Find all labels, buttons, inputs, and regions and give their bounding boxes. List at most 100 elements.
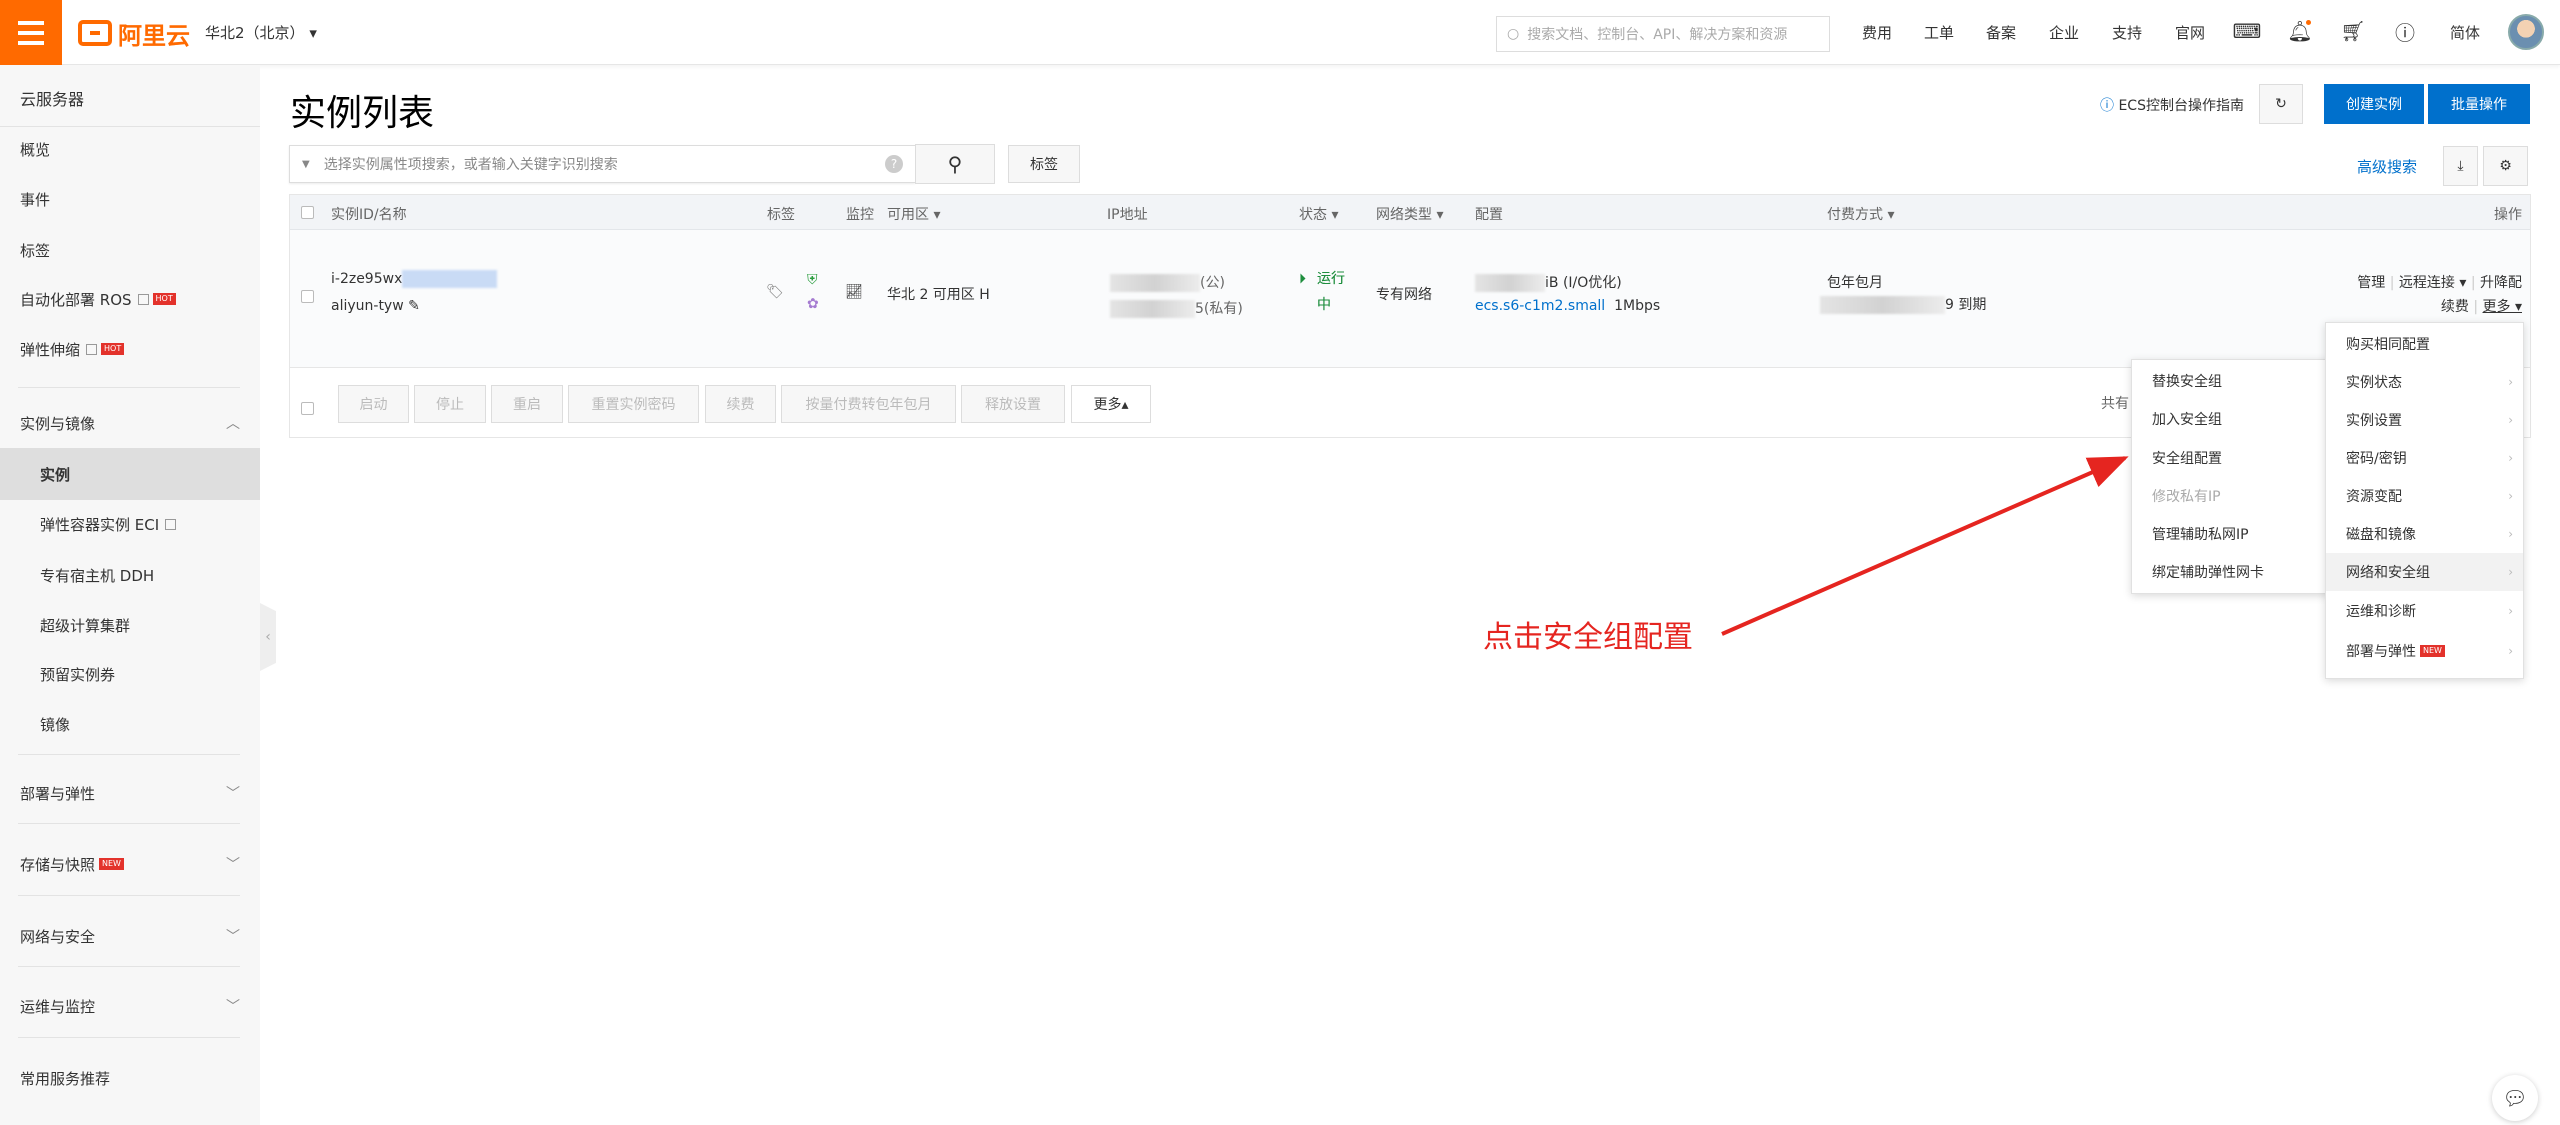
hot-badge: HOT [101, 343, 125, 355]
refresh-button[interactable]: ↻ [2259, 84, 2303, 124]
help-icon[interactable]: ⓘ [2392, 18, 2418, 45]
sidebar-item-eci[interactable]: 弹性容器实例 ECI [0, 499, 260, 549]
ecs-guide-link[interactable]: ⓘ ECS控制台操作指南 [2100, 95, 2244, 115]
menu-item-secondary-ip[interactable]: 管理辅助私网IP [2132, 515, 2329, 553]
nav-icp[interactable]: 备案 [1986, 22, 2016, 43]
sidebar-item-scc[interactable]: 超级计算集群 [0, 600, 260, 650]
select-all-checkbox[interactable] [301, 206, 314, 219]
sidebar-item-recommended[interactable]: 常用服务推荐 [0, 1053, 260, 1103]
region-selector[interactable]: 华北2（北京） ▾ [205, 22, 317, 43]
zone: 华北 2 可用区 H [887, 287, 990, 303]
sidebar-item-images[interactable]: 镜像 [0, 699, 260, 749]
chevron-down-icon: ﹀ [226, 786, 240, 802]
instance-id-link[interactable]: i-2ze95wx [331, 270, 498, 288]
renew-link[interactable]: 续费 [2441, 299, 2469, 315]
col-payment[interactable]: 付费方式 ▾ [1827, 204, 1894, 224]
avatar[interactable] [2508, 14, 2544, 50]
tag-filter-button[interactable]: 标签 [1008, 145, 1080, 183]
hot-badge: HOT [152, 293, 176, 305]
nav-enterprise[interactable]: 企业 [2049, 22, 2079, 43]
sidebar-group-instances-images[interactable]: 实例与镜像 ︿ [0, 398, 260, 448]
nav-fee[interactable]: 费用 [1862, 22, 1892, 43]
monitor-chart-icon[interactable]: 📈︎ [845, 284, 863, 300]
settings-button[interactable]: ⚙ [2483, 146, 2528, 186]
nav-support[interactable]: 支持 [2112, 22, 2142, 43]
cloud-assistant-icon: ✿ [807, 296, 819, 312]
tag-icon[interactable]: 🏷︎ [766, 284, 784, 300]
public-ip: (公) [1110, 272, 1225, 292]
footer-more-button[interactable]: 更多▴ [1071, 385, 1151, 423]
nav-website[interactable]: 官网 [2175, 22, 2205, 43]
create-instance-button[interactable]: 创建实例 [2324, 84, 2424, 124]
col-zone[interactable]: 可用区 ▾ [887, 204, 940, 224]
bell-icon[interactable]: 🔔︎ [2287, 18, 2313, 44]
menu-item-ops-diagnosis[interactable]: 运维和诊断 › [2326, 592, 2523, 630]
help-icon: ? [885, 155, 903, 173]
sidebar-group-storage[interactable]: 存储与快照 NEW ﹀ [0, 839, 260, 889]
instance-search-input[interactable]: ▼ 选择实例属性项搜索，或者输入关键字识别搜索? [289, 145, 915, 183]
menu-item-bind-eni[interactable]: 绑定辅助弹性网卡 [2132, 553, 2329, 591]
nav-ticket[interactable]: 工单 [1924, 22, 1954, 43]
chevron-down-icon: ﹀ [226, 857, 240, 873]
sidebar-item-tags[interactable]: 标签 [0, 225, 260, 275]
edit-icon[interactable]: ✎ [408, 298, 420, 314]
menu-item-replace-sg[interactable]: 替换安全组 [2132, 362, 2329, 400]
sidebar-item-events[interactable]: 事件 [0, 174, 260, 224]
menu-item-sg-config[interactable]: 安全组配置 [2132, 439, 2329, 477]
menu-item-buy-same[interactable]: 购买相同配置 [2326, 325, 2523, 363]
menu-item-instance-status[interactable]: 实例状态 › [2326, 363, 2523, 401]
payment-type: 包年包月 [1827, 275, 1883, 291]
search-button[interactable]: ⚲ [915, 144, 995, 184]
release-settings-button[interactable]: 释放设置 [961, 385, 1065, 423]
col-status[interactable]: 状态 ▾ [1299, 204, 1338, 224]
sidebar-group-ops[interactable]: 运维与监控 ﹀ [0, 981, 260, 1031]
menu-button[interactable] [0, 0, 62, 65]
col-network[interactable]: 网络类型 ▾ [1376, 204, 1443, 224]
more-actions-link[interactable]: 更多 ▾ [2483, 299, 2522, 315]
export-button[interactable]: ⤓ [2443, 146, 2478, 186]
chevron-right-icon: › [2508, 489, 2513, 503]
sidebar-item-ros[interactable]: 自动化部署 ROS HOT [0, 274, 260, 324]
terminal-icon[interactable]: ⌨ [2233, 18, 2262, 44]
manage-link[interactable]: 管理 [2357, 275, 2385, 291]
sidebar-item-reserved[interactable]: 预留实例券 [0, 649, 260, 699]
remote-connect-link[interactable]: 远程连接 ▾ [2399, 275, 2466, 291]
reset-password-button[interactable]: 重置实例密码 [568, 385, 699, 423]
sidebar-item-ddh[interactable]: 专有宿主机 DDH [0, 550, 260, 600]
sidebar-group-network[interactable]: 网络与安全 ﹀ [0, 911, 260, 961]
menu-item-instance-settings[interactable]: 实例设置 › [2326, 401, 2523, 439]
chevron-right-icon: › [2508, 413, 2513, 427]
annotation-text: 点击安全组配置 [1483, 620, 1693, 655]
menu-item-deployment[interactable]: 部署与弹性 NEW › [2326, 632, 2523, 670]
footer-select-all-checkbox[interactable] [301, 402, 314, 415]
chat-icon[interactable]: 💬︎ [2492, 1075, 2538, 1121]
col-instance-id: 实例ID/名称 [331, 207, 407, 223]
sidebar-collapse-button[interactable]: ‹ [260, 603, 276, 671]
menu-item-resize[interactable]: 资源变配 › [2326, 477, 2523, 515]
cart-icon[interactable]: 🛒︎ [2340, 18, 2366, 44]
stop-button[interactable]: 停止 [414, 385, 486, 423]
start-button[interactable]: 启动 [338, 385, 409, 423]
renew-button[interactable]: 续费 [705, 385, 776, 423]
global-search-input[interactable]: ○ 搜索文档、控制台、API、解决方案和资源 [1496, 16, 1830, 52]
convert-billing-button[interactable]: 按量付费转包年包月 [781, 385, 956, 423]
security-shield-icon: ⛨ [807, 272, 818, 288]
menu-item-network-sg[interactable]: 网络和安全组 › [2326, 553, 2523, 591]
menu-item-join-sg[interactable]: 加入安全组 [2132, 400, 2329, 438]
sidebar-item-overview[interactable]: 概览 [0, 124, 260, 174]
sidebar-item-autoscaling[interactable]: 弹性伸缩 HOT [0, 324, 260, 374]
language-selector[interactable]: 简体 [2450, 22, 2480, 43]
batch-operation-button[interactable]: 批量操作 [2428, 84, 2530, 124]
menu-item-disk-image[interactable]: 磁盘和镜像 › [2326, 515, 2523, 553]
network-type: 专有网络 [1376, 287, 1432, 303]
status-running-line2: 中 [1317, 297, 1331, 313]
advanced-search-link[interactable]: 高级搜索 [2357, 156, 2417, 177]
menu-item-password-key[interactable]: 密码/密钥 › [2326, 439, 2523, 477]
new-badge: NEW [99, 858, 124, 870]
upgrade-link[interactable]: 升降配 [2480, 275, 2522, 291]
row-checkbox[interactable] [301, 290, 314, 303]
logo[interactable]: 阿里云 [78, 17, 190, 50]
sidebar-item-instances[interactable]: 实例 [0, 448, 260, 500]
sidebar-group-deployment[interactable]: 部署与弹性 ﹀ [0, 768, 260, 818]
restart-button[interactable]: 重启 [491, 385, 563, 423]
